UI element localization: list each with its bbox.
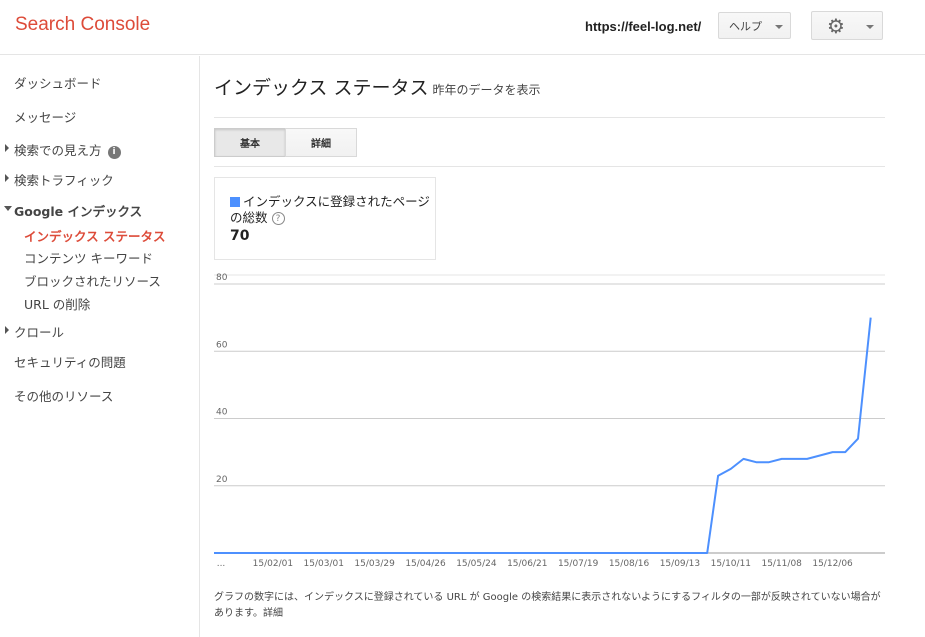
series-line [214, 317, 872, 554]
site-selector[interactable]: https://feel-log.net/ [585, 19, 701, 34]
caret-right-icon[interactable] [5, 326, 9, 334]
info-icon[interactable]: i [107, 146, 121, 159]
x-tick-label: 15/12/06 [812, 559, 853, 569]
x-tick-label: 15/08/16 [609, 559, 650, 569]
app-logo[interactable]: Search Console [15, 14, 150, 36]
sidebar-subitem-content-keywords[interactable]: コンテンツ キーワード [24, 248, 153, 267]
sidebar-item-dashboard[interactable]: ダッシュボード [14, 73, 102, 92]
tab-advanced[interactable]: 詳細 [285, 128, 357, 157]
x-tick-label: 15/06/21 [507, 559, 547, 569]
sidebar-subitem-index-status[interactable]: インデックス ステータス [24, 226, 165, 245]
chart-footnote: グラフの数字には、インデックスに登録されている URL が Google の検索… [214, 590, 886, 622]
x-tick-label: 15/09/13 [660, 559, 700, 569]
x-tick-label: ... [217, 559, 226, 569]
metric-value: 70 [230, 228, 250, 244]
x-tick-label: 15/10/11 [711, 559, 751, 569]
page-title: インデックス ステータス 昨年のデータを表示 [214, 73, 541, 100]
sidebar-subitem-blocked-resources[interactable]: ブロックされたリソース [24, 271, 161, 290]
help-button-label: ヘルプ [729, 19, 762, 33]
learn-more-link[interactable]: 詳細 [263, 608, 283, 619]
x-tick-label: 15/03/29 [354, 559, 395, 569]
metric-card: インデックスに登録されたページの総数? 70 [214, 177, 436, 260]
gear-icon: ⚙ [827, 14, 845, 38]
x-tick-label: 15/04/26 [405, 559, 446, 569]
x-tick-label: 15/07/19 [558, 559, 599, 569]
divider [214, 166, 885, 167]
tab-basic[interactable]: 基本 [214, 128, 286, 157]
sidebar-item-label: 検索での見え方 [14, 143, 102, 158]
x-tick-label: 15/02/01 [253, 559, 293, 569]
caret-down-icon[interactable] [4, 206, 12, 211]
help-button[interactable]: ヘルプ [718, 12, 791, 39]
x-tick-label: 15/05/24 [456, 559, 497, 569]
chevron-down-icon [775, 25, 783, 29]
x-tick-label: 15/03/01 [304, 559, 344, 569]
divider [214, 117, 885, 118]
sidebar-item-security-issues[interactable]: セキュリティの問題 [14, 352, 126, 371]
sidebar-item-crawl[interactable]: クロール [14, 322, 64, 341]
caret-right-icon[interactable] [5, 144, 9, 152]
page-title-text: インデックス ステータス [214, 77, 429, 99]
y-tick-label: 20 [216, 475, 228, 485]
y-tick-label: 60 [216, 340, 228, 350]
settings-button[interactable]: ⚙ [811, 11, 883, 40]
sidebar-subitem-remove-urls[interactable]: URL の削除 [24, 294, 90, 313]
chevron-down-icon [866, 25, 874, 29]
metric-label: インデックスに登録されたページの総数? [230, 194, 430, 226]
sidebar-item-messages[interactable]: メッセージ [14, 107, 76, 126]
sidebar-item-search-traffic[interactable]: 検索トラフィック [14, 170, 114, 189]
sidebar-nav: ダッシュボード メッセージ 検索での見え方 i 検索トラフィック Google イ… [0, 56, 200, 637]
page-subtitle: 昨年のデータを表示 [432, 83, 541, 97]
help-icon[interactable]: ? [271, 212, 285, 225]
sidebar-item-search-appearance[interactable]: 検索での見え方 i [14, 140, 121, 159]
index-status-chart: 20 40 60 80... 15/02/01 15/03/01 15/03/29 15/04… [214, 273, 885, 569]
sidebar-item-other-resources[interactable]: その他のリソース [14, 386, 113, 405]
view-tabs: 基本 詳細 [214, 128, 357, 157]
sidebar-item-google-index[interactable]: Google インデックス [14, 201, 142, 220]
y-tick-label: 80 [216, 273, 228, 283]
caret-right-icon[interactable] [5, 174, 9, 182]
header-bar: Search Console https://feel-log.net/ ヘルプ… [0, 0, 925, 55]
x-tick-label: 15/11/08 [761, 559, 802, 569]
series-color-swatch[interactable] [230, 197, 240, 207]
metric-label-text: インデックスに登録されたページの総数 [230, 194, 430, 225]
y-tick-label: 40 [216, 408, 228, 418]
footnote-text: グラフの数字には、インデックスに登録されている URL が Google の検索… [214, 592, 881, 619]
